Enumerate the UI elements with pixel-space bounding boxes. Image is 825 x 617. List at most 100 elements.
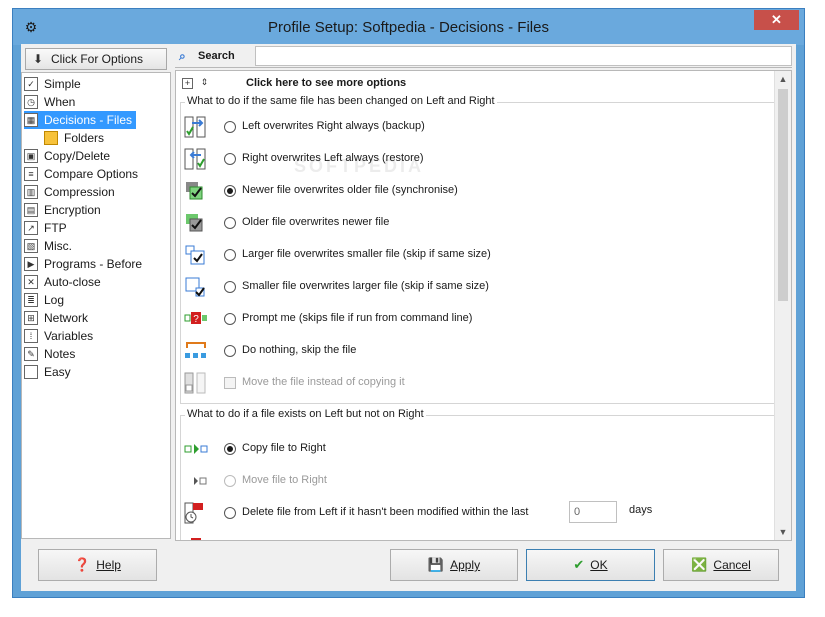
- radio-newer-overwrites-older[interactable]: [224, 185, 236, 197]
- radio-move-to-right[interactable]: [224, 475, 236, 487]
- radio-do-nothing[interactable]: [224, 345, 236, 357]
- window-title: Profile Setup: Softpedia - Decisions - F…: [268, 19, 549, 36]
- newer-file-icon: [186, 182, 203, 200]
- nav-item-ftp[interactable]: ↗ FTP: [24, 219, 67, 237]
- radio-larger-overwrites-smaller[interactable]: [224, 249, 236, 261]
- cancel-x-icon: ❎: [691, 557, 708, 572]
- more-options-row[interactable]: + ⇕ Click here to see more options: [182, 75, 406, 91]
- prompt-icon: [191, 538, 201, 540]
- content-scrollbar[interactable]: ▲ ▼: [774, 71, 791, 540]
- nav-item-variables[interactable]: ⁞ Variables: [24, 327, 93, 345]
- help-button[interactable]: ❓ Help: [38, 549, 157, 581]
- client-area: ⬇ Click For Options ✓ Simple ◷ When ▦ Decis…: [21, 44, 796, 591]
- title-bar[interactable]: ⚙ Profile Setup: Softpedia - Decisions -…: [13, 9, 804, 45]
- option-prompt-me[interactable]: ? Prompt me (skips file if run from comm…: [181, 305, 771, 333]
- nav-item-when[interactable]: ◷ When: [24, 93, 75, 111]
- radio-left-overwrites-right[interactable]: [224, 121, 236, 133]
- option-copy-to-right[interactable]: Copy file to Right: [181, 435, 771, 463]
- option-partial-hidden: [181, 531, 771, 540]
- nav-item-misc[interactable]: ▧ Misc.: [24, 237, 72, 255]
- older-file-icon: [186, 214, 203, 232]
- search-input[interactable]: [255, 46, 792, 66]
- radio-older-overwrites-newer[interactable]: [224, 217, 236, 229]
- option-larger-overwrites-smaller[interactable]: Larger file overwrites smaller file (ski…: [181, 241, 771, 269]
- network-icon: ⊞: [24, 311, 38, 325]
- radio-prompt-me[interactable]: [224, 313, 236, 325]
- option-right-overwrites-left[interactable]: Right overwrites Left always (restore): [181, 145, 771, 173]
- nav-item-folders[interactable]: Folders: [44, 129, 104, 147]
- nav-item-simple[interactable]: ✓ Simple: [24, 75, 81, 93]
- compare-icon: ≡: [24, 167, 38, 181]
- expand-icon: +: [182, 77, 193, 89]
- nav-item-easy[interactable]: Easy: [24, 363, 71, 381]
- nav-item-copy-delete[interactable]: ▣ Copy/Delete: [24, 147, 110, 165]
- skip-file-icon: [185, 342, 206, 358]
- days-input[interactable]: 0: [569, 501, 617, 523]
- delete-old-file-icon: [184, 502, 203, 524]
- nav-item-compare-options[interactable]: ≡ Compare Options: [24, 165, 138, 183]
- programs-icon: ▶: [24, 257, 38, 271]
- copy-delete-icon: ▣: [24, 149, 38, 163]
- copy-to-right-icon: [184, 444, 208, 454]
- radio-right-overwrites-left[interactable]: [224, 153, 236, 165]
- option-move-to-right[interactable]: Move file to Right: [181, 467, 771, 495]
- encryption-icon: ▤: [24, 203, 38, 217]
- click-for-options-label: Click For Options: [51, 52, 144, 66]
- radio-delete-from-left[interactable]: [224, 507, 236, 519]
- same-file-changed-group: What to do if the same file has been cha…: [180, 95, 775, 404]
- option-delete-from-left[interactable]: Delete file from Left if it hasn't been …: [181, 499, 771, 527]
- right-to-left-icon: [184, 148, 206, 170]
- scroll-down-icon[interactable]: ▼: [775, 524, 791, 540]
- option-older-overwrites-newer[interactable]: Older file overwrites newer file: [181, 209, 771, 237]
- click-for-options-button[interactable]: ⬇ Click For Options: [25, 48, 167, 70]
- settings-panel: ⌕ Search SOFTPEDIA + ⇕ Click here to see…: [175, 44, 796, 541]
- dialog-button-bar: ❓ Help 💾 Apply ✔ OK ❎ Cancel: [21, 541, 796, 591]
- log-icon: ≣: [24, 293, 38, 307]
- group2-title: What to do if a file exists on Left but …: [185, 408, 426, 420]
- misc-icon: ▧: [24, 239, 38, 253]
- prompt-icon: ?: [184, 312, 207, 325]
- nav-item-network[interactable]: ⊞ Network: [24, 309, 88, 327]
- apply-button[interactable]: 💾 Apply: [390, 549, 518, 581]
- simple-icon: ✓: [24, 77, 38, 91]
- nav-item-notes[interactable]: ✎ Notes: [24, 345, 75, 363]
- checkbox-move-instead-of-copy[interactable]: [224, 377, 236, 389]
- radio-copy-to-right[interactable]: [224, 443, 236, 455]
- variables-icon: ⁞: [24, 329, 38, 343]
- ok-button[interactable]: ✔ OK: [526, 549, 655, 581]
- close-window-button[interactable]: ✕: [754, 10, 799, 30]
- options-panel: ⬇ Click For Options ✓ Simple ◷ When ▦ Decis…: [21, 44, 171, 541]
- nav-item-programs-before[interactable]: ▶ Programs - Before: [24, 255, 142, 273]
- nav-item-decisions-files[interactable]: ▦ Decisions - Files: [24, 111, 137, 129]
- ftp-icon: ↗: [24, 221, 38, 235]
- nav-item-compression[interactable]: ▥ Compression: [24, 183, 115, 201]
- option-move-instead-of-copy[interactable]: Move the file instead of copying it: [181, 369, 771, 397]
- scroll-thumb[interactable]: [778, 89, 788, 301]
- checkmark-icon: ✔: [573, 557, 585, 572]
- search-tab[interactable]: ⌕ Search: [175, 44, 255, 68]
- option-smaller-overwrites-larger[interactable]: Smaller file overwrites larger file (ski…: [181, 273, 771, 301]
- options-content: SOFTPEDIA + ⇕ Click here to see more opt…: [175, 70, 792, 541]
- collapse-arrows-icon: ⇕: [200, 76, 209, 87]
- nav-item-encryption[interactable]: ▤ Encryption: [24, 201, 101, 219]
- profile-setup-window: ⚙ Profile Setup: Softpedia - Decisions -…: [12, 8, 805, 598]
- radio-smaller-overwrites-larger[interactable]: [224, 281, 236, 293]
- easy-icon: [24, 365, 38, 379]
- nav-item-log[interactable]: ≣ Log: [24, 291, 64, 309]
- move-file-icon: [184, 372, 206, 394]
- scroll-up-icon[interactable]: ▲: [775, 71, 791, 87]
- nav-item-auto-close[interactable]: ✕ Auto-close: [24, 273, 101, 291]
- search-strip: ⌕ Search: [175, 44, 792, 68]
- larger-file-icon: [185, 245, 205, 265]
- option-do-nothing[interactable]: Do nothing, skip the file: [181, 337, 771, 365]
- compression-icon: ▥: [24, 185, 38, 199]
- option-left-overwrites-right[interactable]: Left overwrites Right always (backup): [181, 113, 771, 141]
- smaller-file-icon: [185, 277, 205, 297]
- search-icon: ⌕: [179, 48, 186, 63]
- notes-icon: ✎: [24, 347, 38, 361]
- option-newer-overwrites-older[interactable]: Newer file overwrites older file (synchr…: [181, 177, 771, 205]
- left-to-right-icon: [184, 116, 206, 138]
- group1-title: What to do if the same file has been cha…: [185, 95, 497, 107]
- cancel-button[interactable]: ❎ Cancel: [663, 549, 779, 581]
- svg-text:?: ?: [193, 314, 199, 325]
